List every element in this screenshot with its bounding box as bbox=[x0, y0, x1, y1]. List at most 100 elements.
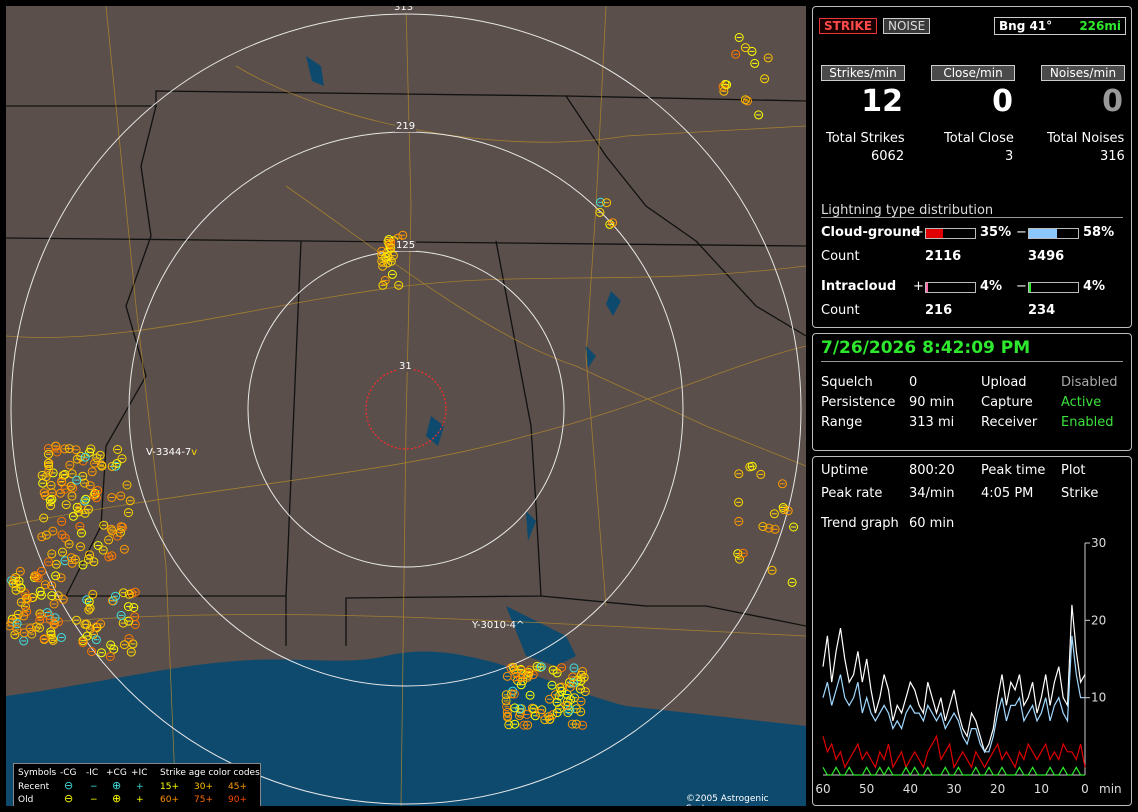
upload-status: Disabled bbox=[1061, 375, 1118, 390]
legend-col-pos-cg: +CG bbox=[106, 768, 127, 778]
ic-negative-count: 234 bbox=[1028, 303, 1056, 318]
ring-label-313: 313 bbox=[393, 6, 415, 13]
noise-toggle-button[interactable]: NOISE bbox=[883, 18, 931, 34]
legend-row-recent: Recent bbox=[18, 782, 50, 792]
bearing-value: Bng 41° bbox=[999, 19, 1053, 33]
legend-symbols-label: Symbols bbox=[18, 768, 57, 778]
current-datetime: 7/26/2026 8:42:09 PM bbox=[821, 338, 1031, 358]
plot-type-value[interactable]: Strike bbox=[1061, 486, 1098, 502]
legend-age-30: 30+ bbox=[194, 782, 213, 792]
ring-label-31: 31 bbox=[398, 361, 413, 372]
trend-series-line bbox=[822, 635, 1085, 753]
legend-row-old: Old bbox=[18, 795, 34, 805]
legend-age-15: 15+ bbox=[160, 782, 179, 792]
x-tick-label: 40 bbox=[903, 782, 918, 796]
y-tick-label: 10 bbox=[1091, 691, 1106, 705]
storm-id-v3344: V-3344-7 bbox=[146, 447, 192, 458]
squelch-label: Squelch bbox=[821, 375, 873, 390]
storm-track-label-v3344[interactable]: V-3344-7v bbox=[146, 447, 197, 458]
persistence-value: 90 min bbox=[909, 395, 955, 410]
cg-negative-count: 3496 bbox=[1028, 249, 1065, 264]
noises-per-min-value: 0 bbox=[1102, 84, 1123, 119]
ring-label-219: 219 bbox=[395, 121, 417, 132]
cg-plus-sign: + bbox=[913, 225, 924, 240]
settings-panel: 7/26/2026 8:42:09 PM Squelch 0 Upload Di… bbox=[812, 333, 1132, 451]
x-tick-label: 10 bbox=[1034, 782, 1049, 796]
x-tick-label: 20 bbox=[990, 782, 1005, 796]
storm-id-y3010: Y-3010-4 bbox=[472, 620, 516, 631]
datetime-divider bbox=[821, 361, 1123, 362]
uptime-label: Uptime bbox=[821, 463, 869, 478]
legend-recent-pos-cg-icon: ⊕ bbox=[112, 779, 122, 792]
capture-status: Active bbox=[1061, 395, 1102, 410]
legend-age-title: Strike age color codes bbox=[160, 768, 260, 778]
y-tick-label: 30 bbox=[1091, 536, 1106, 550]
plot-label: Plot bbox=[1061, 463, 1086, 478]
strikes-per-min-value: 12 bbox=[861, 84, 903, 119]
peak-time-label: Peak time bbox=[981, 463, 1046, 478]
legend-old-neg-cg-icon: ⊖ bbox=[64, 792, 74, 805]
symbol-legend: Symbols -CG -IC +CG +IC Strike age color… bbox=[13, 763, 261, 806]
ic-count-label: Count bbox=[821, 303, 860, 318]
strike-toggle-button[interactable]: STRIKE bbox=[819, 18, 878, 34]
ic-positive-count: 216 bbox=[925, 303, 953, 318]
cg-positive-count: 2116 bbox=[925, 249, 962, 264]
peak-rate-value: 34/min bbox=[909, 486, 955, 501]
x-tick-label: 30 bbox=[946, 782, 961, 796]
legend-age-75: 75+ bbox=[194, 795, 213, 805]
legend-recent-neg-cg-icon: ⊖ bbox=[64, 779, 74, 792]
legend-age-45: 45+ bbox=[228, 782, 247, 792]
legend-old-neg-ic-icon: − bbox=[90, 795, 98, 805]
total-strikes-value: 6062 bbox=[871, 149, 905, 164]
legend-col-neg-cg: -CG bbox=[60, 768, 77, 778]
intracloud-label: Intracloud bbox=[821, 279, 897, 294]
capture-label: Capture bbox=[981, 395, 1033, 410]
lightning-map[interactable]: 313 219 125 31 V-3344-7v Y-3010-4^ Symbo… bbox=[6, 6, 806, 806]
storm-track-label-y3010[interactable]: Y-3010-4^ bbox=[472, 620, 524, 631]
squelch-value: 0 bbox=[909, 375, 918, 390]
noises-per-min-header: Noises/min bbox=[1041, 65, 1125, 81]
legend-recent-neg-ic-icon: − bbox=[90, 782, 98, 792]
trend-series-line bbox=[822, 604, 1086, 754]
cg-negative-pct: 58% bbox=[1083, 225, 1115, 240]
legend-col-neg-ic: -IC bbox=[86, 768, 99, 778]
range-label: Range bbox=[821, 415, 863, 430]
trend-panel: Uptime 800:20 Peak time Plot Peak rate 3… bbox=[812, 456, 1132, 806]
cg-positive-pct: 35% bbox=[980, 225, 1012, 240]
legend-old-pos-ic-icon: + bbox=[136, 795, 144, 805]
cg-count-label: Count bbox=[821, 249, 860, 264]
storm-arrow-down: v bbox=[191, 447, 198, 458]
total-strikes-label: Total Strikes bbox=[826, 131, 905, 146]
ic-positive-bar bbox=[925, 282, 976, 293]
distribution-divider bbox=[821, 217, 1123, 218]
trend-series-line bbox=[822, 734, 1086, 770]
legend-age-60: 60+ bbox=[160, 795, 179, 805]
bearing-distance: 226mi bbox=[1079, 19, 1121, 33]
ic-negative-pct: 4% bbox=[1083, 279, 1106, 294]
persistence-label: Persistence bbox=[821, 395, 896, 410]
receiver-label: Receiver bbox=[981, 415, 1038, 430]
total-noises-value: 316 bbox=[1100, 149, 1125, 164]
ic-positive-pct: 4% bbox=[980, 279, 1003, 294]
cg-positive-bar bbox=[925, 228, 976, 239]
ic-negative-bar bbox=[1028, 282, 1079, 293]
x-tick-label: 50 bbox=[859, 782, 874, 796]
cg-negative-bar bbox=[1028, 228, 1079, 239]
close-per-min-value: 0 bbox=[992, 84, 1013, 119]
lakes bbox=[306, 56, 621, 541]
uptime-value: 800:20 bbox=[909, 463, 955, 478]
close-per-min-header: Close/min bbox=[931, 65, 1015, 81]
x-tick-label: 60 bbox=[815, 782, 830, 796]
receiver-status: Enabled bbox=[1061, 415, 1114, 430]
total-close-value: 3 bbox=[1005, 149, 1014, 164]
x-tick-label: 0 bbox=[1081, 782, 1089, 796]
ic-plus-sign: + bbox=[913, 279, 924, 294]
legend-recent-pos-ic-icon: + bbox=[136, 782, 144, 792]
total-close-label: Total Close bbox=[944, 131, 1014, 146]
copyright-text: ©2005 Astrogenic Systems bbox=[686, 794, 769, 806]
ring-label-125: 125 bbox=[395, 240, 417, 251]
trend-chart: 30 20 10 60 50 40 30 20 10 0 min bbox=[815, 536, 1121, 796]
bearing-readout: Bng 41° 226mi bbox=[994, 17, 1126, 35]
legend-old-pos-cg-icon: ⊕ bbox=[112, 792, 122, 805]
upload-label: Upload bbox=[981, 375, 1027, 390]
